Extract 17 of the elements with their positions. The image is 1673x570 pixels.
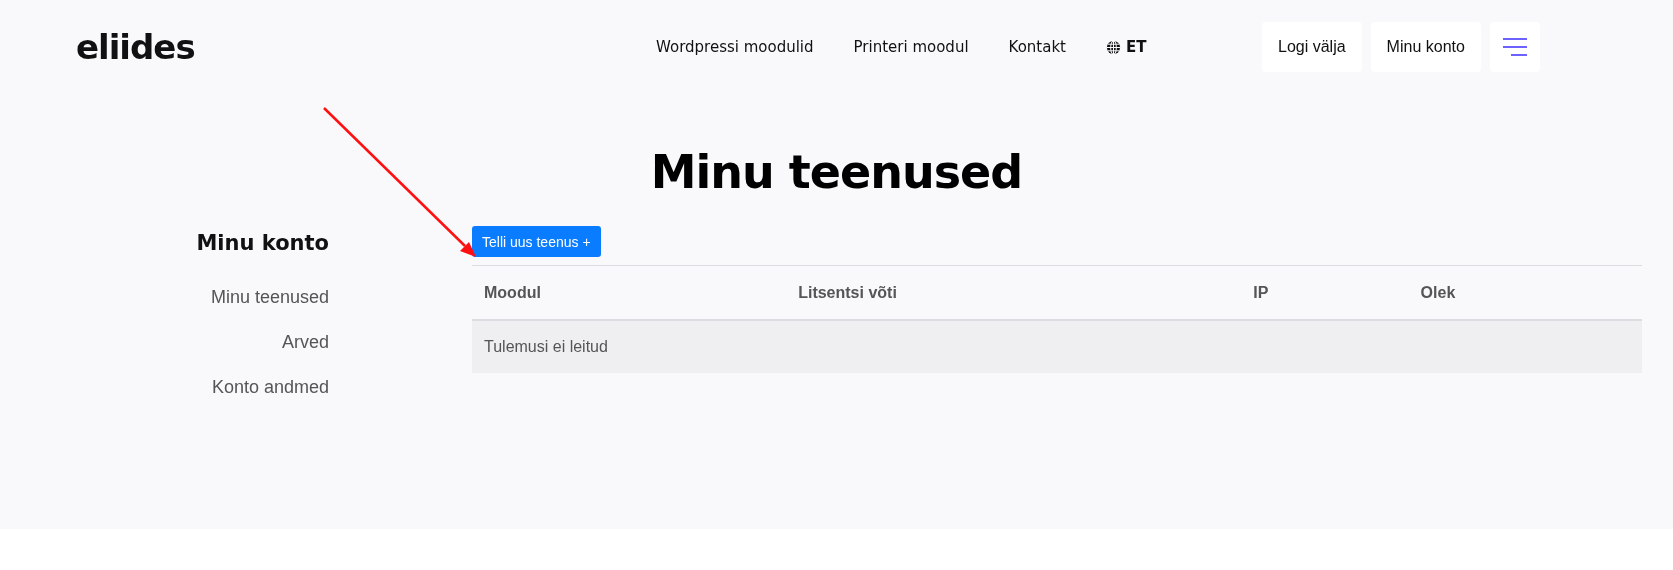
logout-button[interactable]: Logi välja	[1262, 22, 1362, 72]
nav-link[interactable]: Kontakt	[1008, 38, 1066, 56]
nav-link[interactable]: Printeri moodul	[853, 38, 969, 56]
language-selector[interactable]: ET	[1106, 38, 1147, 56]
globe-icon	[1106, 39, 1121, 55]
sidebar-title: Minu konto	[196, 231, 329, 255]
logo[interactable]: eliides	[76, 27, 656, 67]
nav-link[interactable]: Wordpressi moodulid	[656, 38, 814, 56]
sidebar-link[interactable]: Konto andmed	[211, 377, 329, 397]
menu-icon	[1502, 37, 1527, 57]
account-button[interactable]: Minu konto	[1370, 22, 1481, 72]
order-button[interactable]: Telli uus teenus +	[472, 226, 601, 257]
empty-message: Tulemusi ei leitud	[472, 320, 1642, 373]
sidebar-link[interactable]: Minu teenused	[210, 287, 329, 307]
page-title: Minu teenused	[649, 144, 1024, 201]
menu-button[interactable]	[1489, 22, 1540, 72]
sidebar-link[interactable]: Arved	[281, 332, 329, 352]
